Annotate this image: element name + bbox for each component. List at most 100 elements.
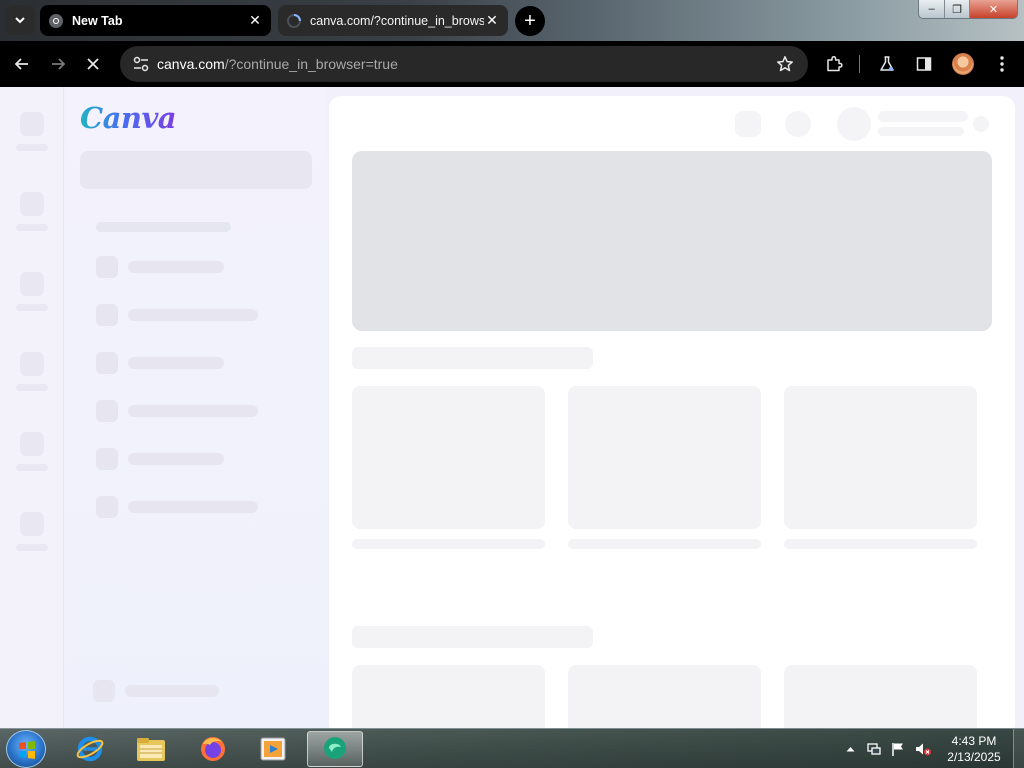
- placeholder-icon: [20, 512, 44, 536]
- chevron-down-icon: [15, 17, 25, 24]
- close-icon[interactable]: ✕: [247, 12, 263, 29]
- more-vert-icon: [1000, 56, 1004, 72]
- placeholder-icon: [96, 496, 118, 518]
- tab-search-button[interactable]: [5, 5, 35, 35]
- placeholder-icon: [93, 680, 115, 702]
- hero-banner-skeleton: [352, 151, 992, 331]
- rail-item-skeleton: [16, 112, 48, 151]
- placeholder-label: [16, 464, 48, 471]
- section-title-skeleton: [352, 347, 593, 369]
- sidebar-item-skeleton: [96, 496, 258, 518]
- page-viewport: Canva: [0, 87, 1024, 728]
- placeholder-icon: [20, 432, 44, 456]
- new-tab-button[interactable]: +: [515, 6, 545, 36]
- side-panel-button[interactable]: [909, 49, 939, 79]
- side-panel-icon: [916, 57, 932, 71]
- start-button[interactable]: [6, 730, 46, 768]
- close-window-button[interactable]: ✕: [969, 0, 1017, 18]
- url-text: canva.com/?continue_in_browser=true: [157, 56, 774, 72]
- system-clock[interactable]: 4:43 PM 2/13/2025: [938, 733, 1010, 765]
- card-skeleton: [784, 386, 977, 529]
- close-icon[interactable]: ✕: [484, 12, 500, 29]
- minimize-button[interactable]: –: [919, 0, 946, 18]
- maximize-button[interactable]: ❐: [945, 0, 970, 18]
- media-player-icon: [260, 737, 286, 761]
- arrow-left-icon: [14, 58, 28, 70]
- card-caption-skeleton: [352, 539, 545, 549]
- card-skeleton: [568, 665, 761, 728]
- rail-item-skeleton: [16, 512, 48, 551]
- extensions-button[interactable]: [819, 49, 849, 79]
- placeholder-icon: [96, 304, 118, 326]
- bookmark-star-icon[interactable]: [774, 53, 796, 75]
- placeholder-icon: [96, 352, 118, 374]
- canva-logo[interactable]: Canva: [80, 101, 177, 135]
- header-button-skeleton: [735, 111, 761, 137]
- sidebar-item-skeleton: [96, 304, 258, 326]
- card-skeleton: [784, 665, 977, 728]
- sidebar-item-skeleton: [96, 352, 224, 374]
- tab-title: canva.com/?continue_in_browser=true: [310, 13, 484, 28]
- chrome-menu-button[interactable]: [987, 49, 1017, 79]
- sidebar-item-skeleton: [96, 256, 224, 278]
- media-player-taskbar-button[interactable]: [245, 731, 301, 767]
- labs-button[interactable]: [872, 49, 902, 79]
- internet-explorer-taskbar-button[interactable]: [62, 731, 118, 767]
- account-sub-skeleton: [878, 127, 964, 136]
- placeholder-label: [128, 405, 258, 417]
- placeholder-label: [128, 453, 224, 465]
- browser-toolbar: canva.com/?continue_in_browser=true: [0, 41, 1024, 87]
- url-path: /?continue_in_browser=true: [224, 56, 398, 72]
- arrow-right-icon: [52, 58, 66, 70]
- stop-loading-button[interactable]: [78, 49, 108, 79]
- forward-button[interactable]: [43, 49, 73, 79]
- file-explorer-taskbar-button[interactable]: [123, 731, 179, 767]
- toolbar-divider: [859, 55, 860, 73]
- flask-icon: [880, 56, 894, 71]
- address-bar[interactable]: canva.com/?continue_in_browser=true: [120, 46, 808, 82]
- header-button-skeleton: [785, 111, 811, 137]
- window-controls: – ❐ ✕: [918, 0, 1018, 19]
- placeholder-icon: [96, 448, 118, 470]
- show-hidden-icons-button[interactable]: [842, 729, 858, 768]
- profile-avatar[interactable]: [952, 53, 974, 75]
- card-caption-skeleton: [784, 539, 977, 549]
- placeholder-icon: [20, 112, 44, 136]
- tab-title: New Tab: [72, 13, 123, 28]
- section-title-skeleton: [352, 626, 593, 648]
- chrome-icon: [49, 13, 63, 28]
- card-skeleton: [352, 386, 545, 529]
- card-skeleton: [352, 665, 545, 728]
- back-button[interactable]: [7, 49, 37, 79]
- sidebar-item-skeleton: [96, 448, 224, 470]
- clock-time: 4:43 PM: [951, 734, 997, 748]
- show-desktop-button[interactable]: [1013, 729, 1024, 768]
- site-settings-icon[interactable]: [131, 54, 151, 74]
- create-button-skeleton: [80, 151, 312, 189]
- account-avatar-skeleton: [837, 107, 871, 141]
- firefox-taskbar-button[interactable]: [185, 731, 241, 767]
- flag-icon: [892, 743, 903, 756]
- folder-icon: [137, 738, 165, 761]
- internet-explorer-icon: [76, 736, 104, 762]
- sidebar-heading-skeleton: [96, 222, 231, 232]
- clock-date: 2/13/2025: [947, 750, 1001, 764]
- x-icon: [87, 58, 99, 70]
- puzzle-icon: [827, 55, 843, 72]
- action-center-tray-button[interactable]: [889, 729, 907, 768]
- loading-spinner-icon: [287, 13, 301, 28]
- placeholder-label: [16, 224, 48, 231]
- volume-tray-button[interactable]: [913, 729, 933, 768]
- windows-taskbar: 4:43 PM 2/13/2025: [0, 728, 1024, 768]
- placeholder-label: [16, 144, 48, 151]
- tab-canva[interactable]: canva.com/?continue_in_browser=true ✕: [278, 5, 508, 36]
- placeholder-label: [128, 261, 224, 273]
- active-app-taskbar-button[interactable]: [307, 731, 363, 767]
- url-host: canva.com: [157, 56, 225, 72]
- app-bubble-icon: [324, 737, 346, 759]
- browser-window: New Tab ✕ canva.com/?continue_in_browser…: [0, 0, 1024, 728]
- network-icon: [867, 743, 881, 755]
- tab-new-tab[interactable]: New Tab ✕: [40, 5, 271, 36]
- network-tray-button[interactable]: [865, 729, 883, 768]
- placeholder-label: [128, 309, 258, 321]
